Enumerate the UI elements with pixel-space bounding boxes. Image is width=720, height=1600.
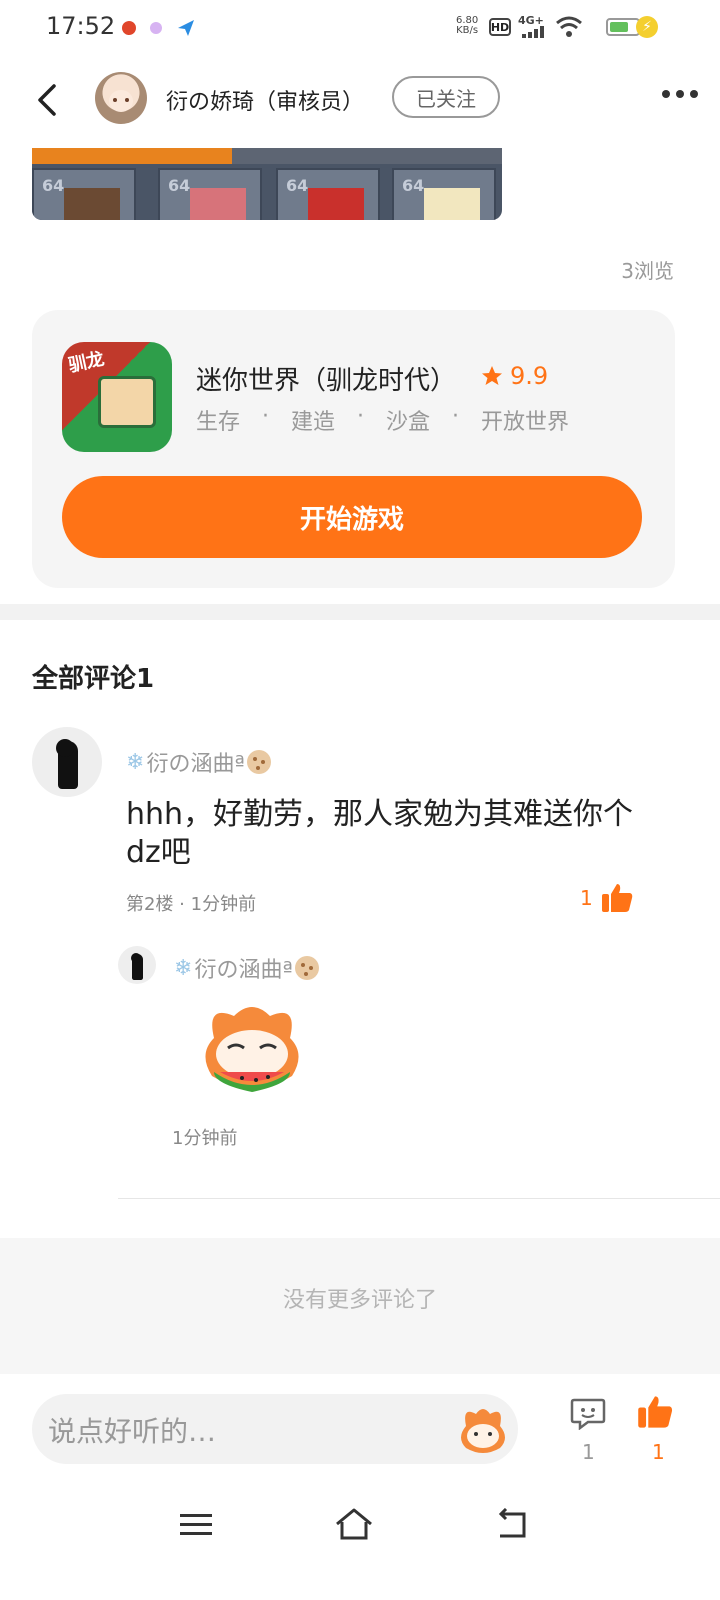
tag-separator: · xyxy=(452,404,460,429)
comment-icon[interactable] xyxy=(570,1396,606,1430)
game-tag: 开放世界 xyxy=(481,410,570,435)
game-tag: 建造 xyxy=(291,410,336,435)
comments-heading: 全部评论1 xyxy=(32,664,155,694)
paper-plane-notification-icon xyxy=(178,20,194,36)
reply-avatar[interactable] xyxy=(118,946,156,984)
charging-icon: ⚡ xyxy=(636,16,658,38)
menu-icon[interactable] xyxy=(180,1512,212,1538)
comment-like-count: 1 xyxy=(580,886,593,910)
comment-input-placeholder[interactable]: 说点好听的… xyxy=(48,1410,216,1450)
view-count: 3浏览 xyxy=(621,259,674,283)
cookie-icon xyxy=(246,750,271,774)
emoji-button[interactable] xyxy=(456,1404,510,1454)
notification-icons xyxy=(122,18,196,38)
star-icon xyxy=(482,366,502,385)
comment-count: 1 xyxy=(582,1440,595,1464)
tag-separator: · xyxy=(357,404,365,429)
game-icon[interactable]: 驯龙 xyxy=(62,342,172,452)
reply-user-name[interactable]: ❄ 衍の涵曲ª xyxy=(174,952,319,984)
reply-meta: 1分钟前 xyxy=(172,1128,238,1149)
author-avatar[interactable] xyxy=(95,72,147,124)
status-time: 17:52 xyxy=(46,12,116,40)
post-like-count: 1 xyxy=(652,1440,665,1464)
post-like-icon[interactable] xyxy=(636,1394,674,1430)
tomato-notification-icon xyxy=(122,21,136,35)
signal-icon xyxy=(522,26,544,38)
section-divider xyxy=(0,604,720,620)
cookie-icon xyxy=(294,956,319,980)
game-rating: 9.9 xyxy=(510,362,549,390)
no-more-comments: 没有更多评论了 xyxy=(282,1288,437,1313)
hd-badge: HD xyxy=(489,18,511,36)
comment-text[interactable]: hhh，好勤劳，那人家勉为其难送你个dz吧 xyxy=(126,796,646,872)
system-back-icon[interactable] xyxy=(494,1508,528,1540)
battery-icon xyxy=(606,18,640,36)
reply-divider xyxy=(118,1198,720,1199)
petal-notification-icon xyxy=(150,22,162,34)
game-title[interactable]: 迷你世界（驯龙时代） xyxy=(196,360,456,397)
wifi-icon xyxy=(556,16,582,37)
author-name[interactable]: 衍の娇琦（审核员） xyxy=(166,84,364,116)
home-icon[interactable] xyxy=(334,1506,374,1542)
game-tags: 生存 · 建造 · 沙盒 · 开放世界 xyxy=(196,404,569,436)
commenter-avatar[interactable] xyxy=(32,727,102,797)
net-speed-unit: KB/s xyxy=(456,25,479,36)
watermelon-sticker[interactable] xyxy=(194,998,310,1100)
net-speed: 6.80 KB/s xyxy=(456,16,478,36)
post-image[interactable]: 64 64 64 64 xyxy=(32,148,502,220)
commenter-name-text: 衍の涵曲ª xyxy=(146,752,245,777)
back-button[interactable] xyxy=(30,80,70,120)
comment-meta: 第2楼 · 1分钟前 xyxy=(126,894,257,915)
game-tag: 生存 xyxy=(196,410,241,435)
follow-button[interactable]: 已关注 xyxy=(392,76,500,118)
start-game-button[interactable]: 开始游戏 xyxy=(62,476,642,558)
snowflake-icon: ❄ xyxy=(126,749,145,775)
tag-separator: · xyxy=(262,404,270,429)
game-tag: 沙盒 xyxy=(386,410,431,435)
commenter-name[interactable]: ❄ 衍の涵曲ª xyxy=(126,746,271,778)
game-icon-logo: 驯龙 xyxy=(66,348,107,377)
thumbs-up-icon[interactable] xyxy=(600,882,634,914)
snowflake-icon: ❄ xyxy=(174,955,193,981)
reply-user-name-text: 衍の涵曲ª xyxy=(194,958,293,983)
more-options-button[interactable] xyxy=(662,90,698,98)
